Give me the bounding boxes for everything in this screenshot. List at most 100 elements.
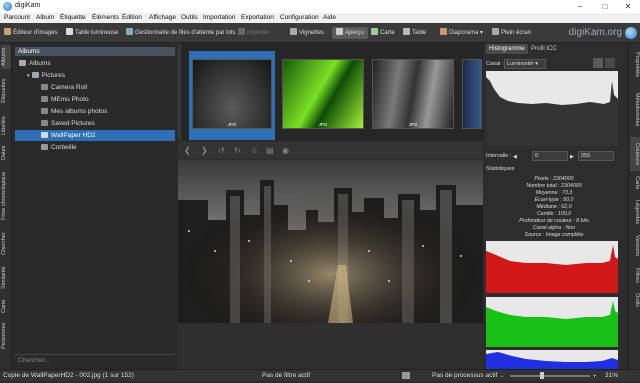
tree-item-mes-albums[interactable]: Mes albums photos — [15, 106, 175, 117]
preview-button[interactable]: Aperçu — [332, 27, 369, 39]
table-label: Table — [412, 30, 427, 36]
tree-item-pictures[interactable]: ▾ Pictures — [15, 70, 175, 81]
light-table-button[interactable]: Table lumineuse — [66, 27, 118, 39]
table-button[interactable]: Table — [403, 27, 426, 39]
folder-icon — [41, 120, 48, 126]
digikam-app-icon — [3, 2, 12, 11]
filter-icon[interactable] — [402, 372, 410, 379]
tab-icc-profile[interactable]: Profil ICC — [528, 44, 560, 54]
image-editor-button[interactable]: Éditeur d'images — [4, 27, 58, 39]
menu-etiquette[interactable]: Étiquette — [60, 14, 86, 21]
green-histogram — [486, 297, 618, 347]
folder-icon — [41, 96, 48, 102]
menu-elements[interactable]: Éléments — [92, 14, 119, 21]
right-tab-captions[interactable]: Légendes — [630, 195, 640, 229]
close-button[interactable]: ✕ — [618, 1, 638, 12]
digikam-logo-icon — [625, 27, 637, 39]
thumbnail-partial[interactable] — [462, 59, 482, 129]
slideshow-button[interactable]: Diaporama ▾ — [440, 27, 483, 39]
interval-max-input[interactable]: 255 — [578, 151, 614, 161]
thumbnail-format: JPG — [227, 122, 237, 127]
batch-queue-button[interactable]: Gestionnaire de files d'attente par lots — [126, 27, 236, 39]
menu-aide[interactable]: Aide — [323, 14, 336, 21]
red-histogram — [486, 241, 618, 293]
tree-item-wallpaper-hd2[interactable]: WallPaper HD2 — [15, 130, 175, 141]
left-tab-people[interactable]: Personnes — [1, 319, 11, 353]
right-tab-versions[interactable]: Versions — [630, 231, 640, 261]
stat-stddev: Écart-type : 50,0 — [534, 197, 574, 203]
map-button[interactable]: Carte — [371, 27, 395, 39]
interval-min-spin-left[interactable]: ◀ — [513, 154, 517, 160]
thumbnails-button[interactable]: Vignettes — [290, 27, 324, 39]
zoom-slider-handle[interactable] — [540, 372, 544, 379]
right-tab-filters[interactable]: Filtres — [630, 263, 640, 287]
tree-item-trash[interactable]: Corbeille — [15, 142, 175, 153]
left-tab-search[interactable]: Chercher — [1, 229, 11, 259]
tree-item-camera-roll[interactable]: Camera Roll — [15, 82, 175, 93]
menu-outils[interactable]: Outils — [181, 14, 198, 21]
zoom-out-icon[interactable]: − — [500, 372, 504, 383]
left-tab-tags[interactable]: Étiquettes — [1, 73, 11, 109]
log-scale-button[interactable] — [605, 58, 615, 68]
menu-album[interactable]: Album — [36, 14, 54, 21]
luminosity-histogram — [486, 71, 618, 146]
left-tab-dates[interactable]: Dates — [1, 143, 11, 163]
stat-pixels: Pixels : 2304000 — [534, 176, 574, 182]
tree-item-saved-pictures[interactable]: Saved Pictures — [15, 118, 175, 129]
zoom-icon[interactable]: ◉ — [282, 146, 289, 155]
left-tab-albums[interactable]: Albums — [1, 45, 11, 69]
person-icon[interactable]: ☺ — [250, 146, 258, 155]
thumbnail-city[interactable]: JPG — [192, 59, 272, 129]
thumbnail-abstract[interactable]: JPG — [372, 59, 454, 129]
tree-item-memu-photo[interactable]: MEmu Photo — [15, 94, 175, 105]
red-histogram-chart — [486, 245, 618, 293]
tree-label: Mes albums photos — [51, 108, 108, 115]
next-icon[interactable]: ❯ — [201, 146, 208, 155]
rotate-left-icon[interactable]: ↺ — [218, 146, 225, 155]
left-tab-similarity[interactable]: Similarité — [1, 263, 11, 293]
menu-importation[interactable]: Importation — [203, 14, 236, 21]
right-tab-tools[interactable]: Outils — [630, 289, 640, 311]
green-histogram-chart — [486, 301, 618, 347]
menu-exportation[interactable]: Exportation — [241, 14, 274, 21]
thumbnail-grass[interactable]: JPG — [282, 59, 364, 129]
import-button[interactable]: Importer — [238, 27, 269, 39]
left-tab-labels[interactable]: Libellés — [1, 113, 11, 139]
zoom-slider[interactable] — [510, 375, 590, 377]
right-tab-map[interactable]: Carte — [630, 173, 640, 193]
linear-scale-button[interactable] — [593, 58, 603, 68]
tab-histogram[interactable]: Histogramme — [486, 44, 528, 54]
tree-item-albums[interactable]: Albums — [15, 58, 175, 69]
maximize-button[interactable]: □ — [595, 1, 615, 12]
rotate-right-icon[interactable]: ↻ — [234, 146, 241, 155]
main-image[interactable] — [178, 160, 483, 323]
fullscreen-button[interactable]: Plein écran — [492, 27, 531, 39]
tree-label: Albums — [29, 60, 51, 67]
right-tab-colors[interactable]: Couleurs — [630, 137, 640, 171]
menu-parcourir[interactable]: Parcourir — [4, 14, 30, 21]
interval-spin-arrow[interactable]: ▶ — [570, 154, 574, 160]
strip-scrollbar[interactable] — [178, 43, 181, 140]
left-tab-timeline[interactable]: Frise chronologique — [1, 167, 11, 225]
chevron-down-icon[interactable]: ▾ — [27, 73, 30, 79]
zoom-in-icon[interactable]: + — [593, 372, 597, 383]
folder-icon — [41, 132, 48, 138]
stat-mean: Moyenne : 73,3 — [535, 190, 573, 196]
preview-icon — [336, 28, 343, 35]
menu-edition[interactable]: Édition — [122, 14, 142, 21]
album-search-input[interactable]: Chercher... — [15, 354, 175, 365]
status-bar: Copie de WallPaperHD2 - 002.jpg (1 sur 1… — [0, 369, 640, 381]
statistics-title: Statistiques — [486, 166, 515, 172]
interval-min-input[interactable]: 0 — [532, 151, 568, 161]
thumbnail-strip: JPG JPG JPG — [178, 43, 483, 140]
previous-icon[interactable]: ❮ — [184, 146, 191, 155]
channel-select[interactable]: Luminosité ▾ — [504, 59, 546, 69]
menu-affichage[interactable]: Affichage — [149, 14, 176, 21]
menu-configuration[interactable]: Configuration — [280, 14, 319, 21]
tree-label: Camera Roll — [51, 84, 88, 91]
left-tab-map[interactable]: Carte — [1, 297, 11, 315]
right-tab-metadata[interactable]: Métadonnées — [630, 87, 640, 133]
crop-icon[interactable]: ▤ — [266, 146, 274, 155]
minimize-button[interactable]: – — [570, 1, 590, 12]
right-tab-properties[interactable]: Propriétés — [630, 47, 640, 83]
